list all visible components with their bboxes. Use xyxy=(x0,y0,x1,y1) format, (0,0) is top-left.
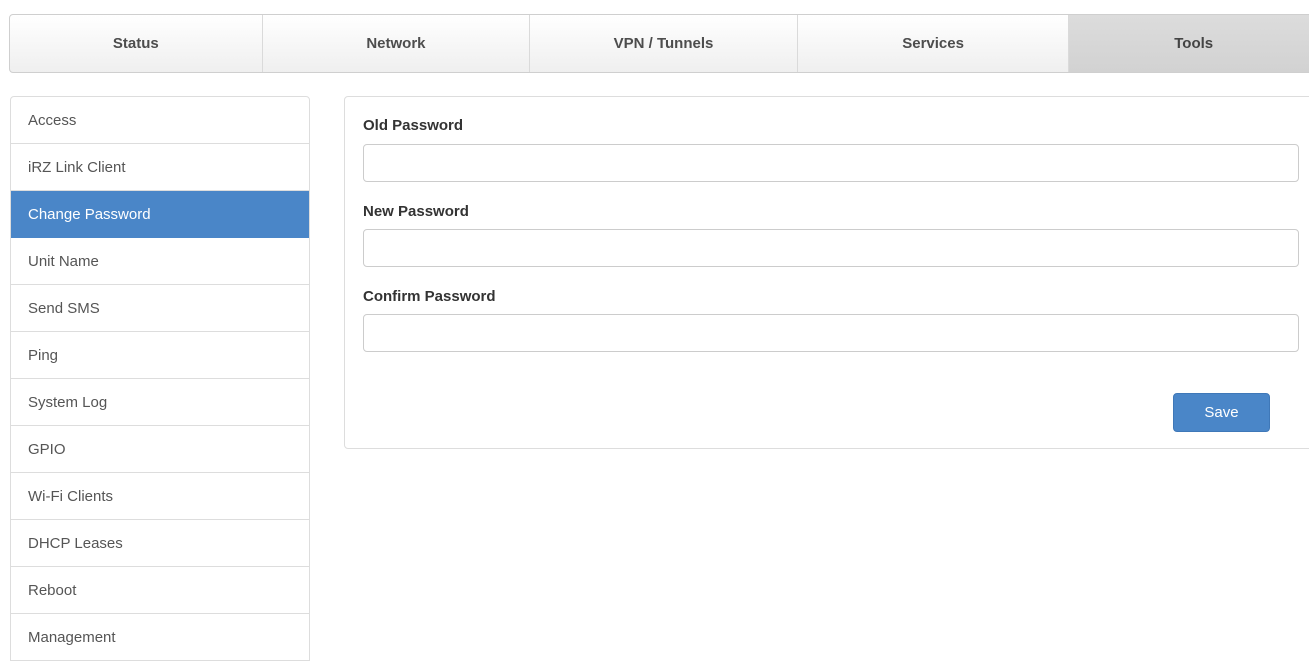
sidebar-item-system-log[interactable]: System Log xyxy=(11,379,309,426)
confirm-password-label: Confirm Password xyxy=(363,288,496,305)
sidebar-item-gpio[interactable]: GPIO xyxy=(11,426,309,473)
new-password-label: New Password xyxy=(363,203,469,220)
tab-tools[interactable]: Tools xyxy=(1069,15,1309,72)
old-password-input[interactable] xyxy=(363,144,1299,182)
tab-status[interactable]: Status xyxy=(10,15,263,72)
old-password-label: Old Password xyxy=(363,117,464,134)
change-password-panel: Old Password New Password Confirm Passwo… xyxy=(344,96,1309,449)
sidebar-item-ping[interactable]: Ping xyxy=(11,332,309,379)
top-navigation: Status Network VPN / Tunnels Services To… xyxy=(9,14,1309,73)
sidebar-item-reboot[interactable]: Reboot xyxy=(11,567,309,614)
sidebar-item-unit-name[interactable]: Unit Name xyxy=(11,238,309,285)
sidebar-item-irz-link-client[interactable]: iRZ Link Client xyxy=(11,144,309,191)
sidebar-item-access[interactable]: Access xyxy=(11,97,309,144)
sidebar-item-send-sms[interactable]: Send SMS xyxy=(11,285,309,332)
tab-network[interactable]: Network xyxy=(263,15,531,72)
sidebar-item-dhcp-leases[interactable]: DHCP Leases xyxy=(11,520,309,567)
save-button[interactable]: Save xyxy=(1173,393,1270,432)
sidebar-item-management[interactable]: Management xyxy=(11,614,309,660)
tab-services[interactable]: Services xyxy=(798,15,1070,72)
sidebar-item-wifi-clients[interactable]: Wi-Fi Clients xyxy=(11,473,309,520)
tab-vpn-tunnels[interactable]: VPN / Tunnels xyxy=(530,15,798,72)
confirm-password-input[interactable] xyxy=(363,314,1299,352)
tools-sidebar: Access iRZ Link Client Change Password U… xyxy=(10,96,310,661)
new-password-input[interactable] xyxy=(363,229,1299,267)
sidebar-item-change-password[interactable]: Change Password xyxy=(11,191,309,238)
